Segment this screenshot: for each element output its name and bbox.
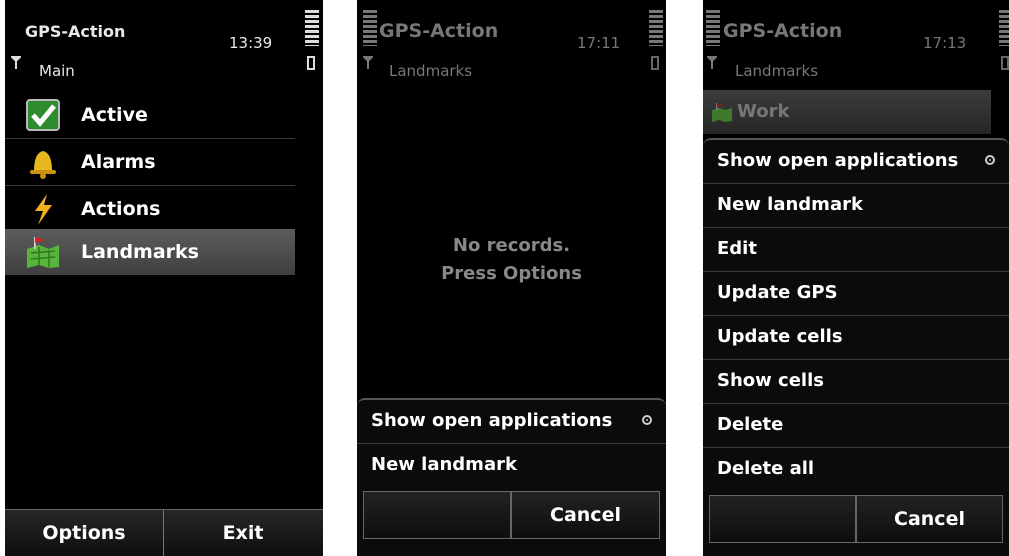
- list-item-label: Work: [737, 101, 790, 122]
- popup-item-new-landmark[interactable]: New landmark: [703, 184, 1009, 228]
- empty-message-line: No records.: [452, 235, 571, 256]
- lightning-icon: [35, 194, 52, 225]
- options-popup: Show open applications New landmark Edit…: [703, 138, 1009, 556]
- clock: 17:11: [577, 34, 621, 52]
- signal-strength-icon: [706, 10, 720, 46]
- menu-item-label: Landmarks: [81, 241, 199, 263]
- signal-strength-icon: [363, 10, 377, 46]
- softkey-bar: Cancel: [363, 491, 660, 541]
- menu-item-alarms[interactable]: Alarms: [5, 139, 295, 186]
- empty-message: No records. Press Options: [357, 232, 666, 288]
- softkey-bar: Options Exit: [5, 509, 323, 556]
- clock: 13:39: [229, 34, 273, 52]
- popup-item-label: Delete: [717, 414, 784, 435]
- radio-icon: [642, 415, 652, 425]
- popup-item-update-cells[interactable]: Update cells: [703, 316, 1009, 360]
- menu-item-label: Active: [81, 104, 148, 126]
- exit-softkey[interactable]: Exit: [163, 510, 323, 556]
- cancel-softkey[interactable]: Cancel: [856, 495, 1003, 543]
- popup-item-edit[interactable]: Edit: [703, 228, 1009, 272]
- checkbox-icon: [26, 99, 60, 131]
- antenna-icon: [363, 56, 373, 69]
- menu-item-label: Actions: [81, 198, 161, 220]
- popup-item-label: Edit: [717, 238, 757, 259]
- battery-icon: [307, 56, 315, 70]
- popup-item-delete[interactable]: Delete: [703, 404, 1009, 448]
- popup-item-label: Delete all: [717, 458, 815, 479]
- antenna-icon: [11, 56, 21, 69]
- map-flag-icon: [27, 237, 59, 268]
- landmarks-empty-screen: GPS-Action 17:11 Landmarks No records. P…: [357, 0, 666, 556]
- popup-item-label: Update GPS: [717, 282, 838, 303]
- main-menu-screen: GPS-Action 13:39 Main Active Alarms Acti…: [5, 0, 323, 556]
- clock: 17:13: [923, 34, 967, 52]
- battery-icon: [1001, 56, 1009, 70]
- battery-icon: [651, 56, 659, 70]
- menu-item-active[interactable]: Active: [5, 92, 295, 139]
- left-softkey[interactable]: [709, 495, 856, 543]
- menu-item-actions[interactable]: Actions: [5, 186, 295, 233]
- popup-item-new-landmark[interactable]: New landmark: [357, 444, 666, 487]
- popup-item-update-gps[interactable]: Update GPS: [703, 272, 1009, 316]
- cancel-softkey[interactable]: Cancel: [511, 491, 660, 539]
- signal-strength-icon: [305, 10, 319, 46]
- softkey-bar: Cancel: [709, 495, 1003, 545]
- menu-item-landmarks[interactable]: Landmarks: [5, 229, 295, 275]
- list-item-work[interactable]: Work: [703, 90, 991, 134]
- popup-item-label: New landmark: [717, 194, 863, 215]
- antenna-icon: [707, 56, 717, 69]
- menu-item-label: Alarms: [81, 151, 156, 173]
- page-subtitle: Landmarks: [389, 62, 473, 80]
- bell-icon: [30, 151, 56, 179]
- popup-item-show-open-applications[interactable]: Show open applications: [357, 400, 666, 444]
- app-title: GPS-Action: [25, 22, 126, 41]
- battery-level-icon: [999, 10, 1009, 46]
- radio-icon: [985, 155, 995, 165]
- options-softkey[interactable]: Options: [5, 510, 164, 556]
- page-subtitle: Main: [39, 62, 75, 80]
- app-title: GPS-Action: [723, 20, 843, 42]
- options-popup: Show open applications New landmark Canc…: [357, 398, 666, 556]
- battery-level-icon: [649, 10, 663, 46]
- app-title: GPS-Action: [379, 20, 499, 42]
- left-softkey[interactable]: [363, 491, 511, 539]
- popup-item-label: Show open applications: [717, 150, 959, 171]
- empty-message-line: Press Options: [441, 263, 582, 284]
- landmarks-options-screen: GPS-Action 17:13 Landmarks Work Show ope…: [703, 0, 1009, 556]
- popup-item-show-open-applications[interactable]: Show open applications: [703, 140, 1009, 184]
- popup-item-show-cells[interactable]: Show cells: [703, 360, 1009, 404]
- popup-item-label: New landmark: [371, 454, 517, 475]
- page-subtitle: Landmarks: [735, 62, 819, 80]
- popup-item-label: Update cells: [717, 326, 843, 347]
- popup-item-delete-all[interactable]: Delete all: [703, 448, 1009, 491]
- map-flag-icon: [712, 103, 732, 122]
- popup-item-label: Show cells: [717, 370, 824, 391]
- popup-item-label: Show open applications: [371, 410, 613, 431]
